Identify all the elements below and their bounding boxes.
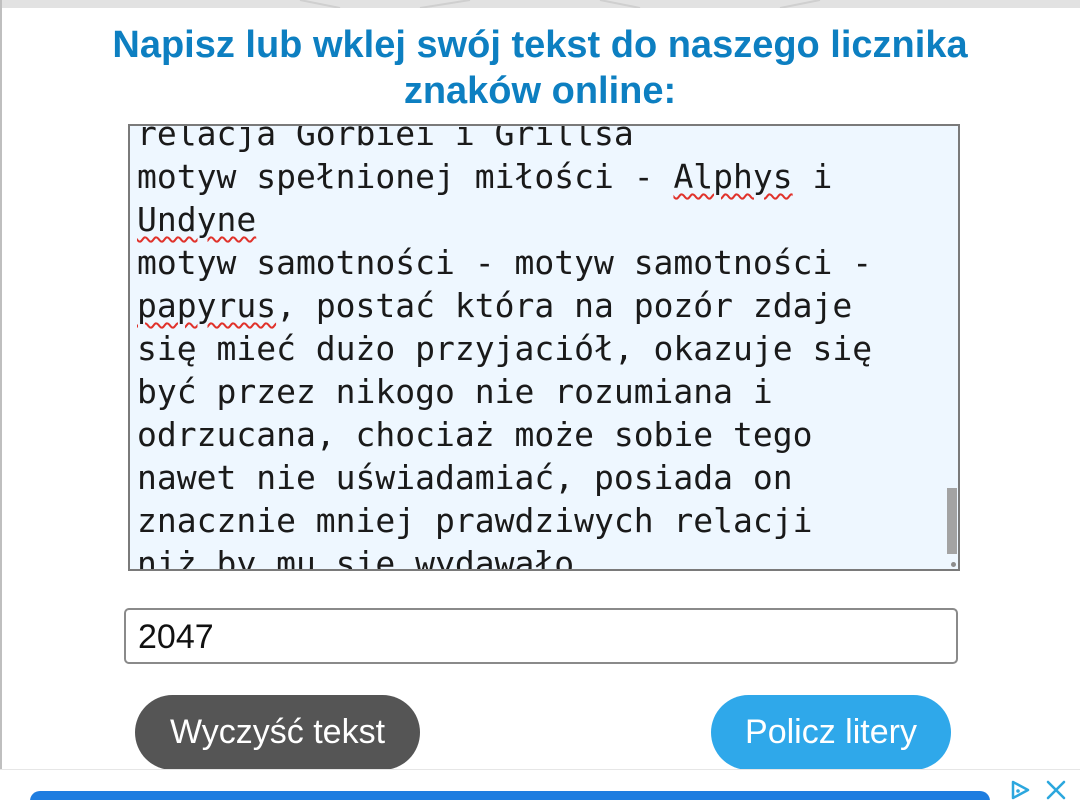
text-line: się mieć dużo przyjaciół, okazuje się	[137, 327, 949, 370]
misspelled-word: Undyne	[137, 200, 257, 239]
misspelled-word: Alphys	[673, 157, 793, 196]
text-segment: i	[792, 157, 833, 196]
resize-handle-icon[interactable]	[951, 562, 956, 567]
text-segment: , postać która na pozór zdaje	[276, 286, 853, 325]
text-line: motyw samotności - motyw samotności -	[137, 241, 949, 284]
text-segment: relacja Gorbiei i Grillsa	[137, 124, 634, 153]
text-line: relacja Gorbiei i Grillsa	[137, 124, 949, 155]
character-count-field[interactable]: 2047	[124, 608, 958, 664]
text-segment: znacznie mniej prawdziwych relacji	[137, 501, 813, 540]
text-line: niż by mu się wydawało	[137, 542, 949, 571]
text-line: nawet nie uświadamiać, posiada on	[137, 456, 949, 499]
text-input-area[interactable]: relacja Gorbiei i Grillsa motyw spełnione…	[128, 124, 960, 571]
textarea-scroll-thumb[interactable]	[947, 488, 957, 554]
text-line: znacznie mniej prawdziwych relacji	[137, 499, 949, 542]
text-line: Undyne	[137, 198, 949, 241]
page: Napisz lub wklej swój tekst do naszego l…	[0, 0, 1080, 800]
page-title-line-1: Napisz lub wklej swój tekst do naszego l…	[112, 24, 968, 66]
text-line: motyw spełnionej miłości - Alphys i	[137, 155, 949, 198]
adchoices-icon[interactable]	[1010, 780, 1034, 800]
top-decorative-band	[0, 0, 1080, 8]
ad-banner[interactable]	[30, 791, 990, 800]
text-segment: motyw samotności - motyw samotności -	[137, 243, 873, 282]
text-segment: odrzucana, chociaż może sobie tego	[137, 415, 813, 454]
text-input-content[interactable]: relacja Gorbiei i Grillsa motyw spełnione…	[137, 124, 949, 571]
left-border	[0, 0, 2, 770]
text-segment: nawet nie uświadamiać, posiada on	[137, 458, 793, 497]
text-line: odrzucana, chociaż może sobie tego	[137, 413, 949, 456]
textarea-scrollbar[interactable]	[946, 126, 958, 569]
page-title: Napisz lub wklej swój tekst do naszego l…	[40, 22, 1040, 114]
text-segment: być przez nikogo nie rozumiana i	[137, 372, 773, 411]
close-icon[interactable]	[1044, 779, 1068, 800]
text-segment: niż by mu się wydawało	[137, 544, 575, 571]
text-line: być przez nikogo nie rozumiana i	[137, 370, 949, 413]
text-segment: się mieć dużo przyjaciół, okazuje się	[137, 329, 873, 368]
clear-text-button[interactable]: Wyczyść tekst	[135, 695, 420, 770]
text-line: papyrus, postać która na pozór zdaje	[137, 284, 949, 327]
page-title-line-2: znaków online:	[403, 70, 677, 112]
count-letters-button[interactable]: Policz litery	[711, 695, 951, 770]
text-segment: motyw spełnionej miłości -	[137, 157, 674, 196]
misspelled-word: papyrus	[137, 286, 277, 325]
